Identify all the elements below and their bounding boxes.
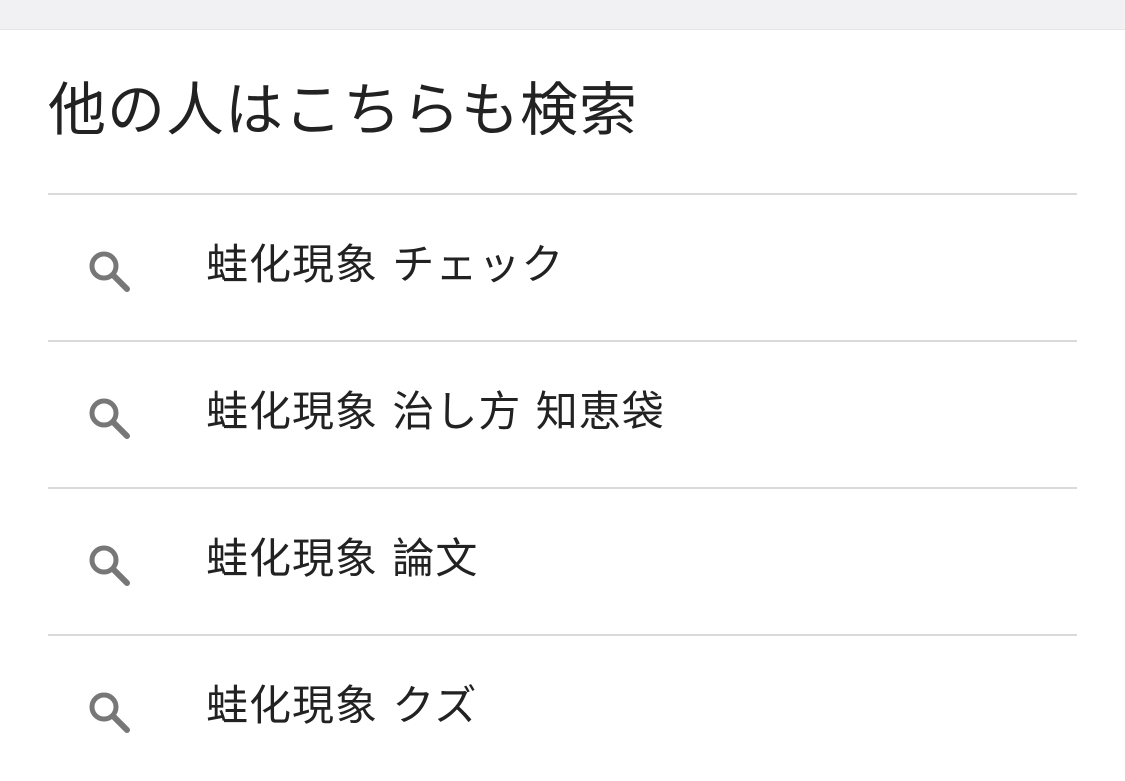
related-search-item-ronbun[interactable]: 蛙化現象 論文 <box>48 487 1077 634</box>
related-searches-panel: 他の人はこちらも検索 蛙化現象 チェック 蛙化現象 治し方 知恵袋 蛙化現象 論… <box>0 30 1125 781</box>
top-bar <box>0 0 1125 30</box>
related-search-label: 蛙化現象 チェック <box>206 240 565 289</box>
related-search-label: 蛙化現象 論文 <box>206 534 479 583</box>
section-title: 他の人はこちらも検索 <box>48 76 639 144</box>
related-search-label: 蛙化現象 クズ <box>206 681 478 730</box>
search-icon <box>86 395 132 441</box>
related-search-item-kuzu[interactable]: 蛙化現象 クズ <box>48 634 1077 781</box>
related-search-label: 蛙化現象 治し方 知恵袋 <box>206 387 665 436</box>
search-icon <box>86 248 132 294</box>
search-icon <box>86 689 132 735</box>
search-icon <box>86 542 132 588</box>
related-search-item-chekku[interactable]: 蛙化現象 チェック <box>48 193 1077 340</box>
related-searches-list: 蛙化現象 チェック 蛙化現象 治し方 知恵袋 蛙化現象 論文 蛙化現象 クズ <box>48 193 1077 781</box>
related-search-item-naoshikata[interactable]: 蛙化現象 治し方 知恵袋 <box>48 340 1077 487</box>
